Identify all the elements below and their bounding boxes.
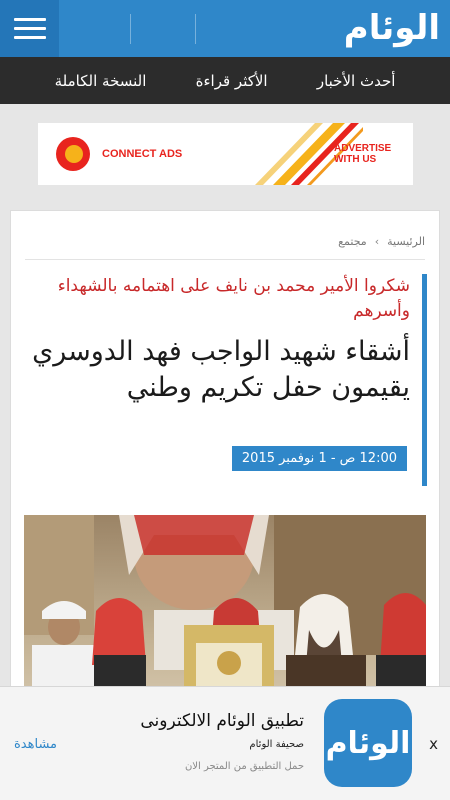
menu-line <box>13 27 46 30</box>
ad-logo-inner-icon <box>65 145 83 163</box>
nav-item-full-version[interactable]: النسخة الكاملة <box>55 72 147 90</box>
ad-cta-line2: WITH US <box>334 154 377 165</box>
app-icon[interactable]: الوئام <box>324 699 412 787</box>
ad-brand-text: CONNECT ADS <box>102 148 183 160</box>
top-bar: الوئام <box>0 0 450 57</box>
nav-item-latest[interactable]: أحدث الأخبار <box>317 72 396 90</box>
main-nav: أحدث الأخبار الأكثر قراءة النسخة الكاملة <box>0 57 450 104</box>
view-app-button[interactable]: مشاهدة <box>14 737 57 752</box>
divider <box>195 14 196 44</box>
breadcrumb-home[interactable]: الرئيسية <box>387 235 425 248</box>
breadcrumb: الرئيسية › مجتمع <box>338 235 425 248</box>
ad-banner[interactable]: CONNECT ADS ADVERTISE WITH US <box>38 123 413 185</box>
breadcrumb-section[interactable]: مجتمع <box>338 235 367 248</box>
menu-line <box>13 36 46 39</box>
app-title: تطبيق الوئام الالكترونى <box>140 711 304 731</box>
ad-cta-text: ADVERTISE WITH US <box>334 143 391 165</box>
breadcrumb-chevron-icon: › <box>374 235 380 248</box>
nav-item-most-read[interactable]: الأكثر قراءة <box>196 72 268 90</box>
close-icon[interactable]: x <box>429 735 438 753</box>
divider <box>25 259 425 260</box>
hamburger-menu-button[interactable] <box>0 0 59 57</box>
article-date-badge: 12:00 ص - 1 نوفمبر 2015 <box>231 446 407 471</box>
article-kicker: شكروا الأمير محمد بن نايف على اهتمامه با… <box>57 276 410 321</box>
site-logo[interactable]: الوئام <box>344 6 440 50</box>
divider <box>130 14 131 44</box>
menu-line <box>13 18 46 21</box>
app-note: حمل التطبيق من المتجر الان <box>184 761 304 772</box>
article-title: أشقاء شهيد الواجب فهد الدوسري يقيمون حفل… <box>32 336 410 403</box>
app-install-banner: x الوئام تطبيق الوئام الالكترونى صحيفة ا… <box>0 686 450 800</box>
ad-cta-line1: ADVERTISE <box>334 143 392 154</box>
app-subtitle: صحيفة الوئام <box>249 739 304 750</box>
